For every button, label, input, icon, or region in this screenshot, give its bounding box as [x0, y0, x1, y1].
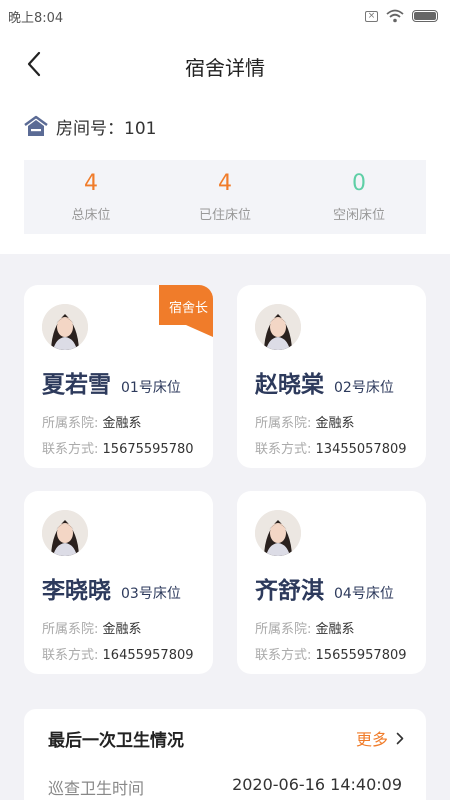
contact-row: 联系方式: 15675595780 [42, 438, 194, 457]
stat-label: 空闲床位 [332, 208, 385, 223]
contact-label: 联系方式: [42, 442, 99, 457]
college-value: 金融系 [315, 416, 355, 431]
resident-card[interactable]: 齐舒淇 04号床位 所属系院: 金融系 联系方式: 15655957809 [237, 491, 426, 674]
avatar [42, 304, 88, 350]
stat-total-beds: 4 总床位 [24, 160, 158, 234]
college-row: 所属系院: 金融系 [255, 618, 355, 637]
home-icon [24, 115, 48, 136]
avatar-image [255, 304, 301, 350]
inspection-row: 巡查卫生时间 2020-06-16 14:40:09 [48, 775, 402, 799]
college-value: 金融系 [315, 622, 355, 637]
page-title: 宿舍详情 [185, 56, 265, 80]
contact-row: 联系方式: 16455957809 [42, 644, 194, 663]
dorm-leader-badge: 宿舍长 [159, 285, 213, 337]
phone-value[interactable]: 13455057809 [316, 442, 407, 457]
battery-icon [412, 10, 438, 22]
college-value: 金融系 [102, 622, 142, 637]
stat-value: 4 [218, 171, 232, 196]
contact-row: 联系方式: 13455057809 [255, 438, 407, 457]
college-label: 所属系院: [255, 416, 312, 431]
contact-row: 联系方式: 15655957809 [255, 644, 407, 663]
avatar [255, 510, 301, 556]
notification-off-icon: × [365, 10, 378, 22]
bed-number: 01号床位 [121, 380, 181, 396]
status-time: 晚上8:04 [8, 10, 64, 26]
college-row: 所属系院: 金融系 [42, 412, 142, 431]
hygiene-title: 最后一次卫生情况 [48, 731, 184, 751]
resident-name: 李晓晓 [42, 578, 111, 604]
hygiene-section: 最后一次卫生情况 更多 巡查卫生时间 2020-06-16 14:40:09 [24, 709, 426, 800]
room-number-row: 房间号：101 [24, 112, 156, 140]
inspection-label: 巡查卫生时间 [48, 779, 145, 798]
bed-number: 02号床位 [334, 380, 394, 396]
avatar [42, 510, 88, 556]
bed-number: 04号床位 [334, 586, 394, 602]
status-bar: 晚上8:04 × [0, 0, 450, 32]
stat-value: 0 [352, 171, 366, 196]
college-label: 所属系院: [42, 622, 99, 637]
stat-value: 4 [84, 171, 98, 196]
resident-card[interactable]: 宿舍长 夏若雪 01号床位 所属系院: 金融系 联系方式: 1567559578… [24, 285, 213, 468]
avatar-image [42, 304, 88, 350]
more-link[interactable]: 更多 [356, 726, 404, 750]
college-row: 所属系院: 金融系 [42, 618, 142, 637]
resident-name: 夏若雪 [42, 372, 111, 398]
status-icons: × [365, 9, 438, 23]
chevron-right-icon [396, 732, 404, 744]
bed-stats: 4 总床位 4 已住床位 0 空闲床位 [24, 160, 426, 234]
contact-label: 联系方式: [255, 442, 312, 457]
phone-value[interactable]: 16455957809 [103, 648, 194, 663]
phone-value[interactable]: 15675595780 [103, 442, 194, 457]
stat-label: 已住床位 [198, 208, 251, 223]
inspection-time: 2020-06-16 14:40:09 [232, 775, 402, 794]
avatar-image [255, 510, 301, 556]
contact-label: 联系方式: [255, 648, 312, 663]
resident-card[interactable]: 李晓晓 03号床位 所属系院: 金融系 联系方式: 16455957809 [24, 491, 213, 674]
wifi-icon [386, 9, 404, 23]
nav-bar: 宿舍详情 [0, 40, 450, 88]
stat-label: 总床位 [71, 208, 111, 223]
college-row: 所属系院: 金融系 [255, 412, 355, 431]
stat-vacant-beds: 0 空闲床位 [292, 160, 426, 234]
resident-name: 赵晓棠 [255, 372, 324, 398]
more-label: 更多 [355, 730, 388, 749]
stat-occupied-beds: 4 已住床位 [158, 160, 292, 234]
bed-number: 03号床位 [121, 586, 181, 602]
college-value: 金融系 [102, 416, 142, 431]
phone-value[interactable]: 15655957809 [316, 648, 407, 663]
badge-label: 宿舍长 [168, 301, 208, 316]
name-row: 李晓晓 03号床位 [42, 571, 181, 605]
name-row: 夏若雪 01号床位 [42, 365, 181, 399]
resident-card[interactable]: 赵晓棠 02号床位 所属系院: 金融系 联系方式: 13455057809 [237, 285, 426, 468]
college-label: 所属系院: [255, 622, 312, 637]
avatar [255, 304, 301, 350]
room-number: 房间号：101 [56, 118, 157, 139]
contact-label: 联系方式: [42, 648, 99, 663]
name-row: 赵晓棠 02号床位 [255, 365, 394, 399]
name-row: 齐舒淇 04号床位 [255, 571, 394, 605]
avatar-image [42, 510, 88, 556]
resident-name: 齐舒淇 [255, 578, 324, 604]
college-label: 所属系院: [42, 416, 99, 431]
